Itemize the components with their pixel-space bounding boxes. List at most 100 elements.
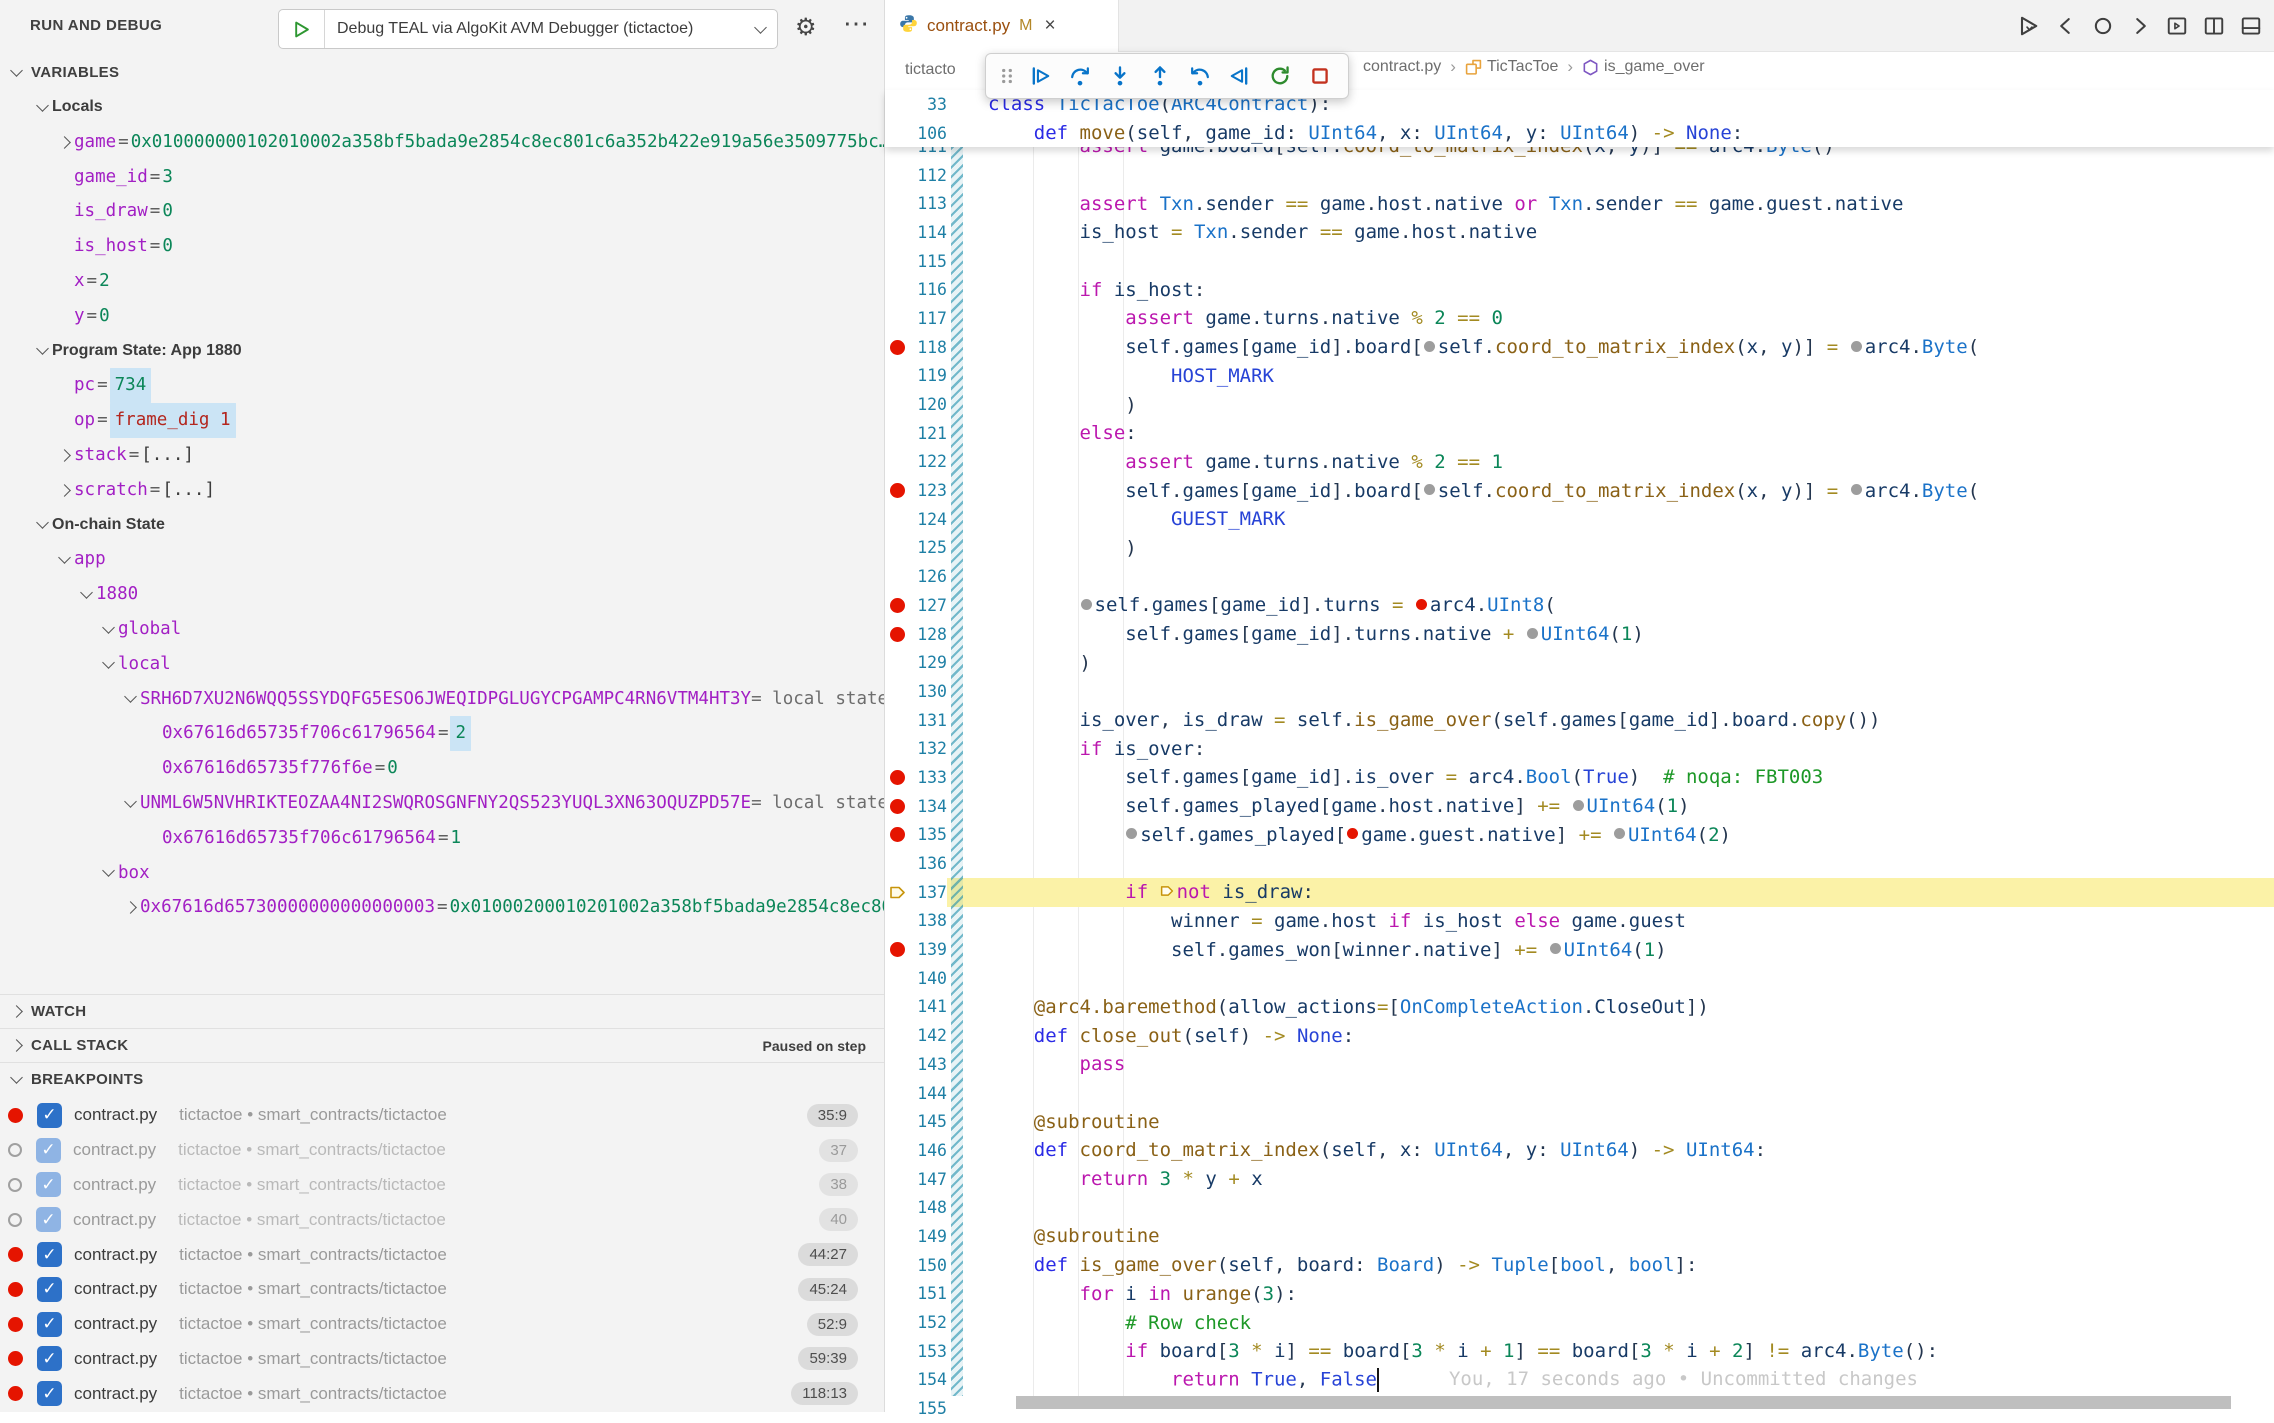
code-line-116[interactable]: 116 if is_host: [885, 275, 2274, 304]
code-line-153[interactable]: 153 if board[3 * i] == board[3 * i + 1] … [885, 1337, 2274, 1366]
code-text[interactable]: self.games[game_id].board[self.coord_to_… [988, 336, 1979, 358]
breakpoint-gutter[interactable] [885, 448, 909, 477]
inline-breakpoint-dot-icon[interactable] [1527, 628, 1538, 639]
line-number[interactable]: 117 [909, 309, 947, 328]
code-line-154[interactable]: 154 return True, FalseYou, 17 seconds ag… [885, 1366, 2274, 1395]
step-out-button[interactable] [1140, 56, 1180, 96]
breakpoint-checkbox[interactable]: ✓ [37, 1381, 62, 1406]
breakpoint-checkbox[interactable]: ✓ [37, 1277, 62, 1302]
breakpoint-gutter[interactable] [885, 907, 909, 936]
breakpoint-dot-icon[interactable] [890, 483, 905, 498]
tree-row-0x67616d65735f776f6e[interactable]: 0x67616d65735f776f6e = 0 [0, 751, 884, 786]
code-line-130[interactable]: 130 [885, 677, 2274, 706]
tree-row-srh6d7xu2n6wqq5ssydqfg5eso6jweqidpglugycpg[interactable]: SRH6D7XU2N6WQQ5SSYDQFG5ESO6JWEQIDPGLUGYC… [0, 682, 884, 717]
drag-handle[interactable] [994, 56, 1020, 96]
code-text[interactable]: @arc4.baremethod(allow_actions=[OnComple… [988, 996, 1709, 1018]
code-text[interactable]: self.games_played[game.host.native] += U… [988, 795, 1690, 817]
open-preview-icon[interactable] [2166, 15, 2188, 37]
breakpoint-row[interactable]: ✓contract.pytictactoe • smart_contracts/… [0, 1098, 884, 1133]
breakpoint-checkbox[interactable]: ✓ [36, 1207, 61, 1232]
inline-breakpoint-dot-icon[interactable] [1416, 599, 1427, 610]
code-text[interactable]: self.games_played[game.guest.native] += … [988, 824, 1731, 846]
code-line-140[interactable]: 140 [885, 964, 2274, 993]
code-text[interactable]: else: [988, 422, 1137, 444]
line-number[interactable]: 150 [909, 1256, 947, 1275]
code-text[interactable]: if board[3 * i] == board[3 * i + 1] == b… [988, 1340, 1938, 1362]
code-text[interactable]: if is_over: [988, 738, 1205, 760]
line-number[interactable]: 134 [909, 797, 947, 816]
tree-row-app[interactable]: app [0, 542, 884, 577]
breakpoint-row[interactable]: ✓contract.pytictactoe • smart_contracts/… [0, 1202, 884, 1237]
line-number[interactable]: 121 [909, 424, 947, 443]
breakpoint-dot-icon[interactable] [890, 942, 905, 957]
line-number[interactable]: 152 [909, 1313, 947, 1332]
code-text[interactable]: def coord_to_matrix_index(self, x: UInt6… [988, 1139, 1766, 1161]
code-line-144[interactable]: 144 [885, 1079, 2274, 1108]
nav-forward-icon[interactable] [2129, 15, 2151, 37]
breakpoint-gutter[interactable] [885, 333, 909, 362]
breakpoint-checkbox[interactable]: ✓ [37, 1242, 62, 1267]
code-line-129[interactable]: 129 ) [885, 648, 2274, 677]
code-text[interactable]: self.games_won[winner.native] += UInt64(… [988, 939, 1667, 961]
breakpoint-checkbox[interactable]: ✓ [36, 1172, 61, 1197]
line-number[interactable]: 112 [909, 166, 947, 185]
breakpoint-gutter[interactable] [885, 505, 909, 534]
line-number[interactable]: 124 [909, 510, 947, 529]
line-number[interactable]: 122 [909, 452, 947, 471]
inline-breakpoint-dot-icon[interactable] [1424, 341, 1435, 352]
code-line-113[interactable]: 113 assert Txn.sender == game.host.nativ… [885, 189, 2274, 218]
code-text[interactable]: # Row check [988, 1312, 1251, 1334]
code-text[interactable]: self.games[game_id].turns = arc4.UInt8( [988, 594, 1556, 616]
breakpoint-gutter[interactable] [885, 935, 909, 964]
code-text[interactable]: for i in urange(3): [988, 1283, 1297, 1305]
line-number[interactable]: 147 [909, 1170, 947, 1189]
breakpoint-gutter[interactable] [885, 534, 909, 563]
code-line-142[interactable]: 142 def close_out(self) -> None: [885, 1021, 2274, 1050]
breakpoint-gutter[interactable] [885, 964, 909, 993]
line-number[interactable]: 133 [909, 768, 947, 787]
line-number[interactable]: 120 [909, 395, 947, 414]
breakpoint-gutter[interactable] [885, 821, 909, 850]
tree-row-is-draw[interactable]: is_draw = 0 [0, 194, 884, 229]
breadcrumb-item-contract-py[interactable]: contract.py [1363, 58, 1441, 76]
code-text[interactable]: def close_out(self) -> None: [988, 1025, 1354, 1047]
tree-row-0x67616d65735f706c61796564[interactable]: 0x67616d65735f706c61796564 = 1 [0, 821, 884, 856]
nav-back-icon[interactable] [2055, 15, 2077, 37]
code-text[interactable]: def move(self, game_id: UInt64, x: UInt6… [988, 122, 1743, 144]
tree-row-local[interactable]: local [0, 647, 884, 682]
breakpoint-gutter[interactable] [885, 849, 909, 878]
code-text[interactable]: return 3 * y + x [988, 1168, 1263, 1190]
tree-row-op[interactable]: op = frame_dig 1 [0, 403, 884, 438]
line-number[interactable]: 151 [909, 1284, 947, 1303]
breakpoint-gutter[interactable] [885, 90, 909, 119]
breakpoint-gutter[interactable] [885, 1136, 909, 1165]
close-icon[interactable]: × [1044, 15, 1055, 37]
breakpoint-row[interactable]: ✓contract.pytictactoe • smart_contracts/… [0, 1272, 884, 1307]
code-line-117[interactable]: 117 assert game.turns.native % 2 == 0 [885, 304, 2274, 333]
code-line-127[interactable]: 127 self.games[game_id].turns = arc4.UIn… [885, 591, 2274, 620]
inline-breakpoint-dot-icon[interactable] [1851, 484, 1862, 495]
code-text[interactable]: self.games[game_id].is_over = arc4.Bool(… [988, 766, 1823, 788]
code-text[interactable]: self.games[game_id].turns.native + UInt6… [988, 623, 1644, 645]
tree-row-stack[interactable]: stack = [...] [0, 438, 884, 473]
code-text[interactable]: assert Txn.sender == game.host.native or… [988, 193, 1903, 215]
code-line-128[interactable]: 128 self.games[game_id].turns.native + U… [885, 620, 2274, 649]
breakpoint-gutter[interactable] [885, 390, 909, 419]
gear-icon[interactable]: ⚙︎ [795, 13, 817, 42]
code-text[interactable]: if not is_draw: [988, 881, 1314, 903]
breakpoint-row[interactable]: ✓contract.pytictactoe • smart_contracts/… [0, 1376, 884, 1411]
breadcrumb-item-is-game-over[interactable]: is_game_over [1582, 58, 1705, 76]
code-text[interactable]: ) [988, 652, 1091, 674]
breakpoint-gutter[interactable] [885, 1165, 909, 1194]
code-line-148[interactable]: 148 [885, 1193, 2274, 1222]
horizontal-scrollbar[interactable] [1016, 1396, 2231, 1409]
code-line-119[interactable]: 119 HOST_MARK [885, 362, 2274, 391]
code-line-126[interactable]: 126 [885, 562, 2274, 591]
inline-breakpoint-dot-icon[interactable] [1347, 828, 1358, 839]
step-back-button[interactable] [1180, 56, 1220, 96]
step-into-button[interactable] [1100, 56, 1140, 96]
breadcrumb-item-tictactoe[interactable]: TicTacToe [1465, 58, 1558, 76]
code-line-124[interactable]: 124 GUEST_MARK [885, 505, 2274, 534]
line-number[interactable]: 123 [909, 481, 947, 500]
breakpoint-gutter[interactable] [885, 218, 909, 247]
